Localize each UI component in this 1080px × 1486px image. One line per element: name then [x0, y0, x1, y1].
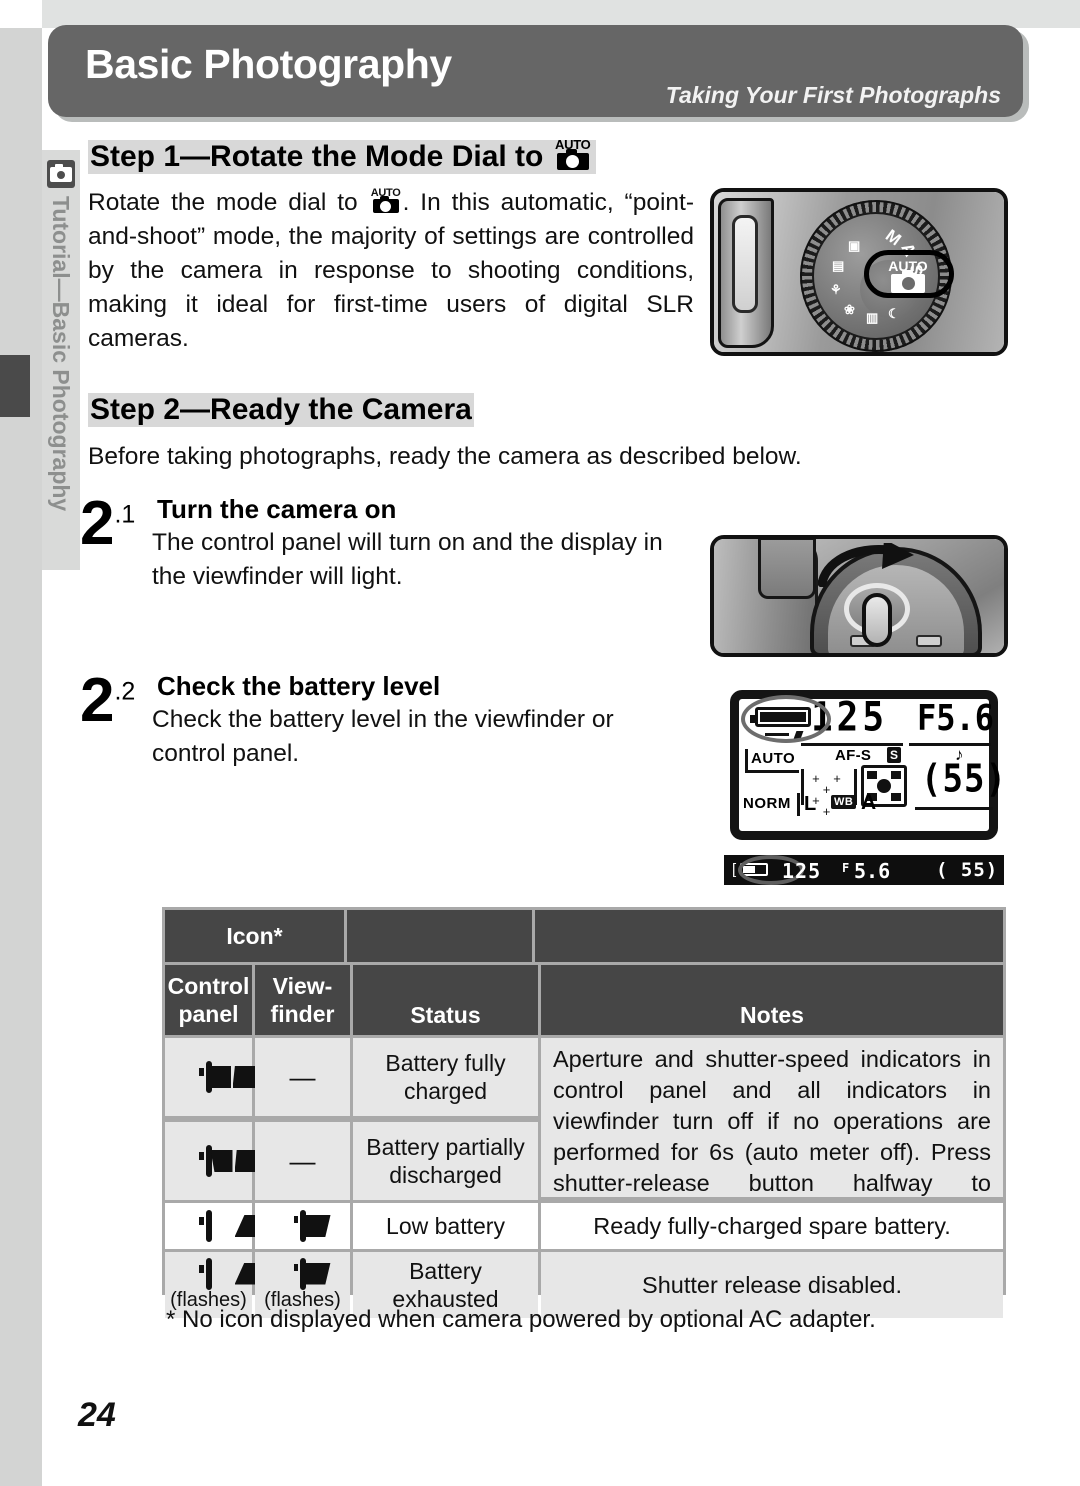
- battery-full-icon: [165, 1038, 257, 1116]
- table-body-merged-block: — Battery fully charged — Battery partia…: [165, 1038, 1003, 1227]
- step-1-heading: Step 1—Rotate the Mode Dial to AUTO: [88, 138, 596, 174]
- substep-2-2-digit: 2: [80, 666, 115, 735]
- camera-grip: [718, 198, 774, 348]
- rotate-arrow-icon: [818, 543, 914, 587]
- table-header-control-panel: Control panel: [165, 965, 252, 1035]
- lcd-image-size: L: [797, 793, 816, 816]
- table-row: — Battery partially discharged: [165, 1122, 538, 1200]
- viewfinder-icon-none: —: [255, 1122, 350, 1200]
- viewfinder-display: [ 125 F 5.6 ( 55): [724, 855, 1004, 885]
- lcd-battery-highlight-circle: [741, 695, 831, 743]
- page-content: Step 1—Rotate the Mode Dial to AUTO Rota…: [0, 0, 1080, 1486]
- substep-2-1-suffix: .1: [114, 500, 136, 529]
- mode-dial-illustration: M A S P ▣ ▤ ⚘ ❀ ▥ ☾: [710, 188, 1008, 356]
- table-row: Low battery Ready fully-charged spare ba…: [165, 1203, 1003, 1249]
- substep-2-2-number: 2.2: [80, 670, 136, 732]
- power-switch-control: [862, 593, 892, 647]
- viewfinder-f-prefix: F: [842, 861, 850, 875]
- table-header-row-1: Icon*: [165, 910, 1003, 962]
- step-1-body-lead: Rotate the mode dial to: [88, 189, 369, 216]
- viewfinder-icon-none: —: [255, 1038, 350, 1116]
- control-panel-lcd: 125 F5.6 ♪ AUTO AF-S S + + + + + + (55) …: [730, 690, 1006, 840]
- step-2-heading-text: Step 2—Ready the Camera: [88, 393, 474, 427]
- substep-2-2-body: Check the battery level in the viewfinde…: [152, 706, 614, 767]
- battery-low-icon: [165, 1203, 257, 1249]
- step-2-heading: Step 2—Ready the Camera: [88, 393, 474, 427]
- mode-dial-auto-highlight: AUTO: [864, 250, 954, 298]
- status-text: Low battery: [353, 1203, 538, 1249]
- notes-text: Ready fully-charged spare battery.: [541, 1203, 1003, 1249]
- table-header-status-spacer: [347, 910, 532, 962]
- step-1-heading-text: Step 1—Rotate the Mode Dial to: [90, 140, 552, 173]
- status-text: Battery partially discharged: [353, 1122, 538, 1200]
- substep-2-2-title: Check the battery level: [157, 671, 441, 701]
- viewfinder-shutter-speed: 125: [782, 859, 822, 883]
- step-1-body: Rotate the mode dial to AUTO. In this au…: [88, 186, 694, 356]
- lcd-frames-remaining: (55): [921, 756, 1007, 802]
- battery-low-vf-icon: [255, 1203, 350, 1249]
- table-footnote: * No icon displayed when camera powered …: [166, 1306, 876, 1333]
- substep-2-1-digit: 2: [80, 489, 115, 558]
- table-header-viewfinder: View- finder: [255, 965, 350, 1035]
- viewfinder-aperture: 5.6: [854, 859, 891, 883]
- table-header-notes-spacer: [535, 910, 1003, 962]
- power-switch-illustration: [710, 535, 1008, 657]
- lcd-af-mode: AF-S: [835, 747, 872, 764]
- auto-mode-icon-inline: AUTO: [370, 187, 402, 215]
- auto-mode-icon: AUTO: [553, 138, 593, 172]
- lcd-quality: NORM: [743, 795, 791, 812]
- table-header-status: Status: [353, 965, 538, 1035]
- lcd-aperture: F5.6: [917, 697, 995, 739]
- lcd-release-mode: S: [887, 747, 902, 763]
- page-number: 24: [78, 1396, 116, 1434]
- battery-partial-icon: [165, 1122, 257, 1200]
- auto-camera-glyph: [891, 270, 925, 293]
- table-header-icon-group: Icon*: [165, 910, 344, 962]
- manual-page: Basic Photography Taking Your First Phot…: [0, 0, 1080, 1486]
- table-row: — Battery fully charged: [165, 1038, 538, 1116]
- substep-2-2-suffix: .2: [114, 677, 136, 706]
- step-2-intro: Before taking photographs, ready the cam…: [88, 443, 802, 470]
- notes-merged-cell: Aperture and shutter-speed indicators in…: [541, 1038, 1003, 1227]
- lcd-exposure-mode: AUTO: [745, 749, 800, 773]
- table-header-notes: Notes: [541, 965, 1003, 1035]
- lcd-white-balance-value: A: [861, 791, 877, 814]
- table-header-row-subcols: Control panel View- finder Status Notes: [165, 965, 1003, 1035]
- substep-2-1-title: Turn the camera on: [157, 494, 397, 524]
- substep-2-1-body: The control panel will turn on and the d…: [152, 529, 663, 590]
- battery-level-table: Icon* Control panel View- finder Status …: [162, 907, 1006, 1318]
- substep-2-1-number: 2.1: [80, 493, 136, 555]
- viewfinder-frames-remaining: ( 55): [936, 859, 999, 881]
- status-text: Battery fully charged: [353, 1038, 538, 1116]
- lcd-white-balance-label: WB: [831, 795, 857, 809]
